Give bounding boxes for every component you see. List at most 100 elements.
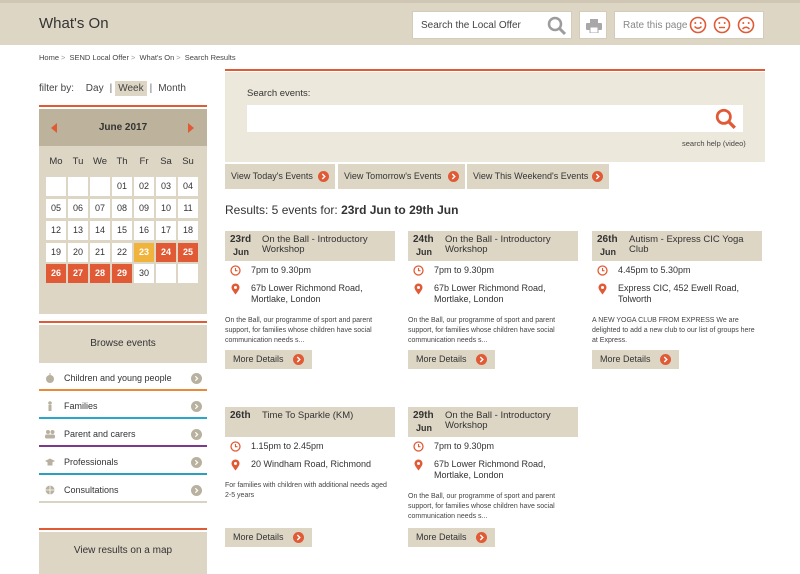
calendar-day[interactable]: 03	[156, 177, 176, 196]
calendar-day[interactable]: 22	[112, 243, 132, 262]
calendar-day[interactable]: 10	[156, 199, 176, 218]
event-month: Jun	[416, 423, 433, 433]
neutral-face-icon[interactable]	[713, 16, 731, 34]
calendar-day[interactable]: 05	[46, 199, 66, 218]
event-day: 26th	[230, 410, 251, 421]
view-on-map-button[interactable]: View results on a map	[39, 532, 207, 574]
browse-item-professionals[interactable]: Professionals	[39, 451, 207, 475]
browse-item-consultations[interactable]: Consultations	[39, 479, 207, 503]
browse-item-label: Consultations	[64, 485, 119, 495]
search-help-link[interactable]: search help (video)	[682, 139, 746, 148]
event-title[interactable]: On the Ball - Introductory Workshop	[445, 235, 575, 255]
calendar-empty-cell	[46, 177, 66, 196]
calendar-day[interactable]: 15	[112, 221, 132, 240]
search-events-input[interactable]	[247, 105, 743, 132]
site-search-placeholder: Search the Local Offer	[421, 20, 521, 31]
event-day: 29th	[413, 410, 434, 421]
calendar-day[interactable]: 11	[178, 199, 198, 218]
page-title: What's On	[39, 15, 109, 32]
calendar-day[interactable]: 01	[112, 177, 132, 196]
filter-bar: filter by: Day | Week | Month	[39, 81, 189, 96]
calendar-day[interactable]: 02	[134, 177, 154, 196]
map-pin-icon	[598, 283, 607, 295]
event-title[interactable]: Autism - Express CIC Yoga Club	[629, 235, 759, 255]
today-events-button[interactable]: View Today's Events	[225, 164, 335, 189]
event-description: A NEW YOGA CLUB FROM EXPRESS We are deli…	[592, 317, 755, 344]
weekday-header: Tu	[72, 156, 84, 167]
more-details-button[interactable]: More Details	[408, 528, 495, 547]
chevron-right-icon	[191, 429, 202, 440]
sad-face-icon[interactable]	[737, 16, 755, 34]
calendar-day[interactable]: 18	[178, 221, 198, 240]
clock-icon	[413, 441, 424, 452]
browse-item-families[interactable]: Families	[39, 395, 207, 419]
event-address: 20 Windham Road, Richmond	[251, 459, 372, 469]
browse-item-children-and-young-people[interactable]: Children and young people	[39, 367, 207, 391]
calendar-month: June 2017	[98, 122, 148, 133]
breadcrumb-send-local-offer[interactable]: SEND Local Offer	[70, 53, 129, 62]
calendar-day[interactable]: 06	[68, 199, 88, 218]
calendar-day[interactable]: 19	[46, 243, 66, 262]
calendar-day[interactable]: 13	[68, 221, 88, 240]
search-icon[interactable]	[715, 108, 737, 130]
calendar-day[interactable]: 12	[46, 221, 66, 240]
calendar-day[interactable]: 17	[156, 221, 176, 240]
event-card-header: 29th Jun On the Ball - Introductory Worksh…	[408, 407, 578, 437]
map-top-rule	[39, 528, 207, 530]
more-details-button[interactable]: More Details	[225, 528, 312, 547]
calendar-empty-cell	[90, 177, 110, 196]
next-month-icon[interactable]	[188, 123, 194, 133]
calendar-day[interactable]: 20	[68, 243, 88, 262]
event-title[interactable]: On the Ball - Introductory Workshop	[445, 411, 575, 431]
event-time: 7pm to 9.30pm	[434, 441, 495, 451]
filter-month[interactable]: Month	[155, 81, 189, 96]
calendar-day[interactable]: 21	[90, 243, 110, 262]
search-icon[interactable]	[547, 16, 567, 36]
browse-item-parent-and-carers[interactable]: Parent and carers	[39, 423, 207, 447]
calendar-day[interactable]: 25	[178, 243, 198, 262]
calendar-day[interactable]: 16	[134, 221, 154, 240]
calendar-empty-cell	[156, 264, 176, 283]
print-button[interactable]	[579, 11, 607, 39]
search-events-label: Search events:	[247, 88, 311, 99]
map-pin-icon	[231, 459, 240, 471]
event-title[interactable]: Time To Sparkle (KM)	[262, 411, 392, 421]
more-details-button[interactable]: More Details	[408, 350, 495, 369]
more-details-label: More Details	[233, 354, 284, 364]
calendar-day[interactable]: 04	[178, 177, 198, 196]
calendar-day[interactable]: 28	[90, 264, 110, 283]
calendar-day[interactable]: 24	[156, 243, 176, 262]
event-time: 7pm to 9.30pm	[251, 265, 312, 275]
breadcrumb-whats-on[interactable]: What's On	[139, 53, 174, 62]
search-top-rule	[225, 69, 765, 71]
calendar-day[interactable]: 09	[134, 199, 154, 218]
arrow-right-icon	[318, 171, 329, 182]
weekend-events-button[interactable]: View This Weekend's Events	[467, 164, 609, 189]
more-details-label: More Details	[233, 532, 284, 542]
tomorrow-events-button[interactable]: View Tomorrow's Events	[338, 164, 465, 189]
breadcrumb-search-results: Search Results	[184, 53, 236, 62]
calendar-day[interactable]: 27	[68, 264, 88, 283]
calendar-day[interactable]: 26	[46, 264, 66, 283]
filter-week[interactable]: Week	[115, 81, 147, 96]
rate-label: Rate this page	[623, 20, 688, 31]
calendar-day[interactable]: 30	[134, 264, 154, 283]
more-details-label: More Details	[416, 354, 467, 364]
globe-icon	[45, 485, 55, 495]
calendar-day[interactable]: 23	[134, 243, 154, 262]
more-details-button[interactable]: More Details	[225, 350, 312, 369]
calendar-day[interactable]: 07	[90, 199, 110, 218]
calendar-day[interactable]: 14	[90, 221, 110, 240]
site-search-input[interactable]: Search the Local Offer	[412, 11, 572, 39]
more-details-button[interactable]: More Details	[592, 350, 679, 369]
calendar-day[interactable]: 29	[112, 264, 132, 283]
clock-icon	[413, 265, 424, 276]
event-card: 24th Jun On the Ball - Introductory Worksh…	[408, 231, 578, 371]
event-title[interactable]: On the Ball - Introductory Workshop	[262, 235, 392, 255]
happy-face-icon[interactable]	[689, 16, 707, 34]
filter-day[interactable]: Day	[83, 81, 107, 96]
calendar-day[interactable]: 08	[112, 199, 132, 218]
event-description: On the Ball, our programme of sport and …	[408, 493, 556, 520]
breadcrumb-home[interactable]: Home	[39, 53, 59, 62]
person-icon	[48, 401, 52, 411]
